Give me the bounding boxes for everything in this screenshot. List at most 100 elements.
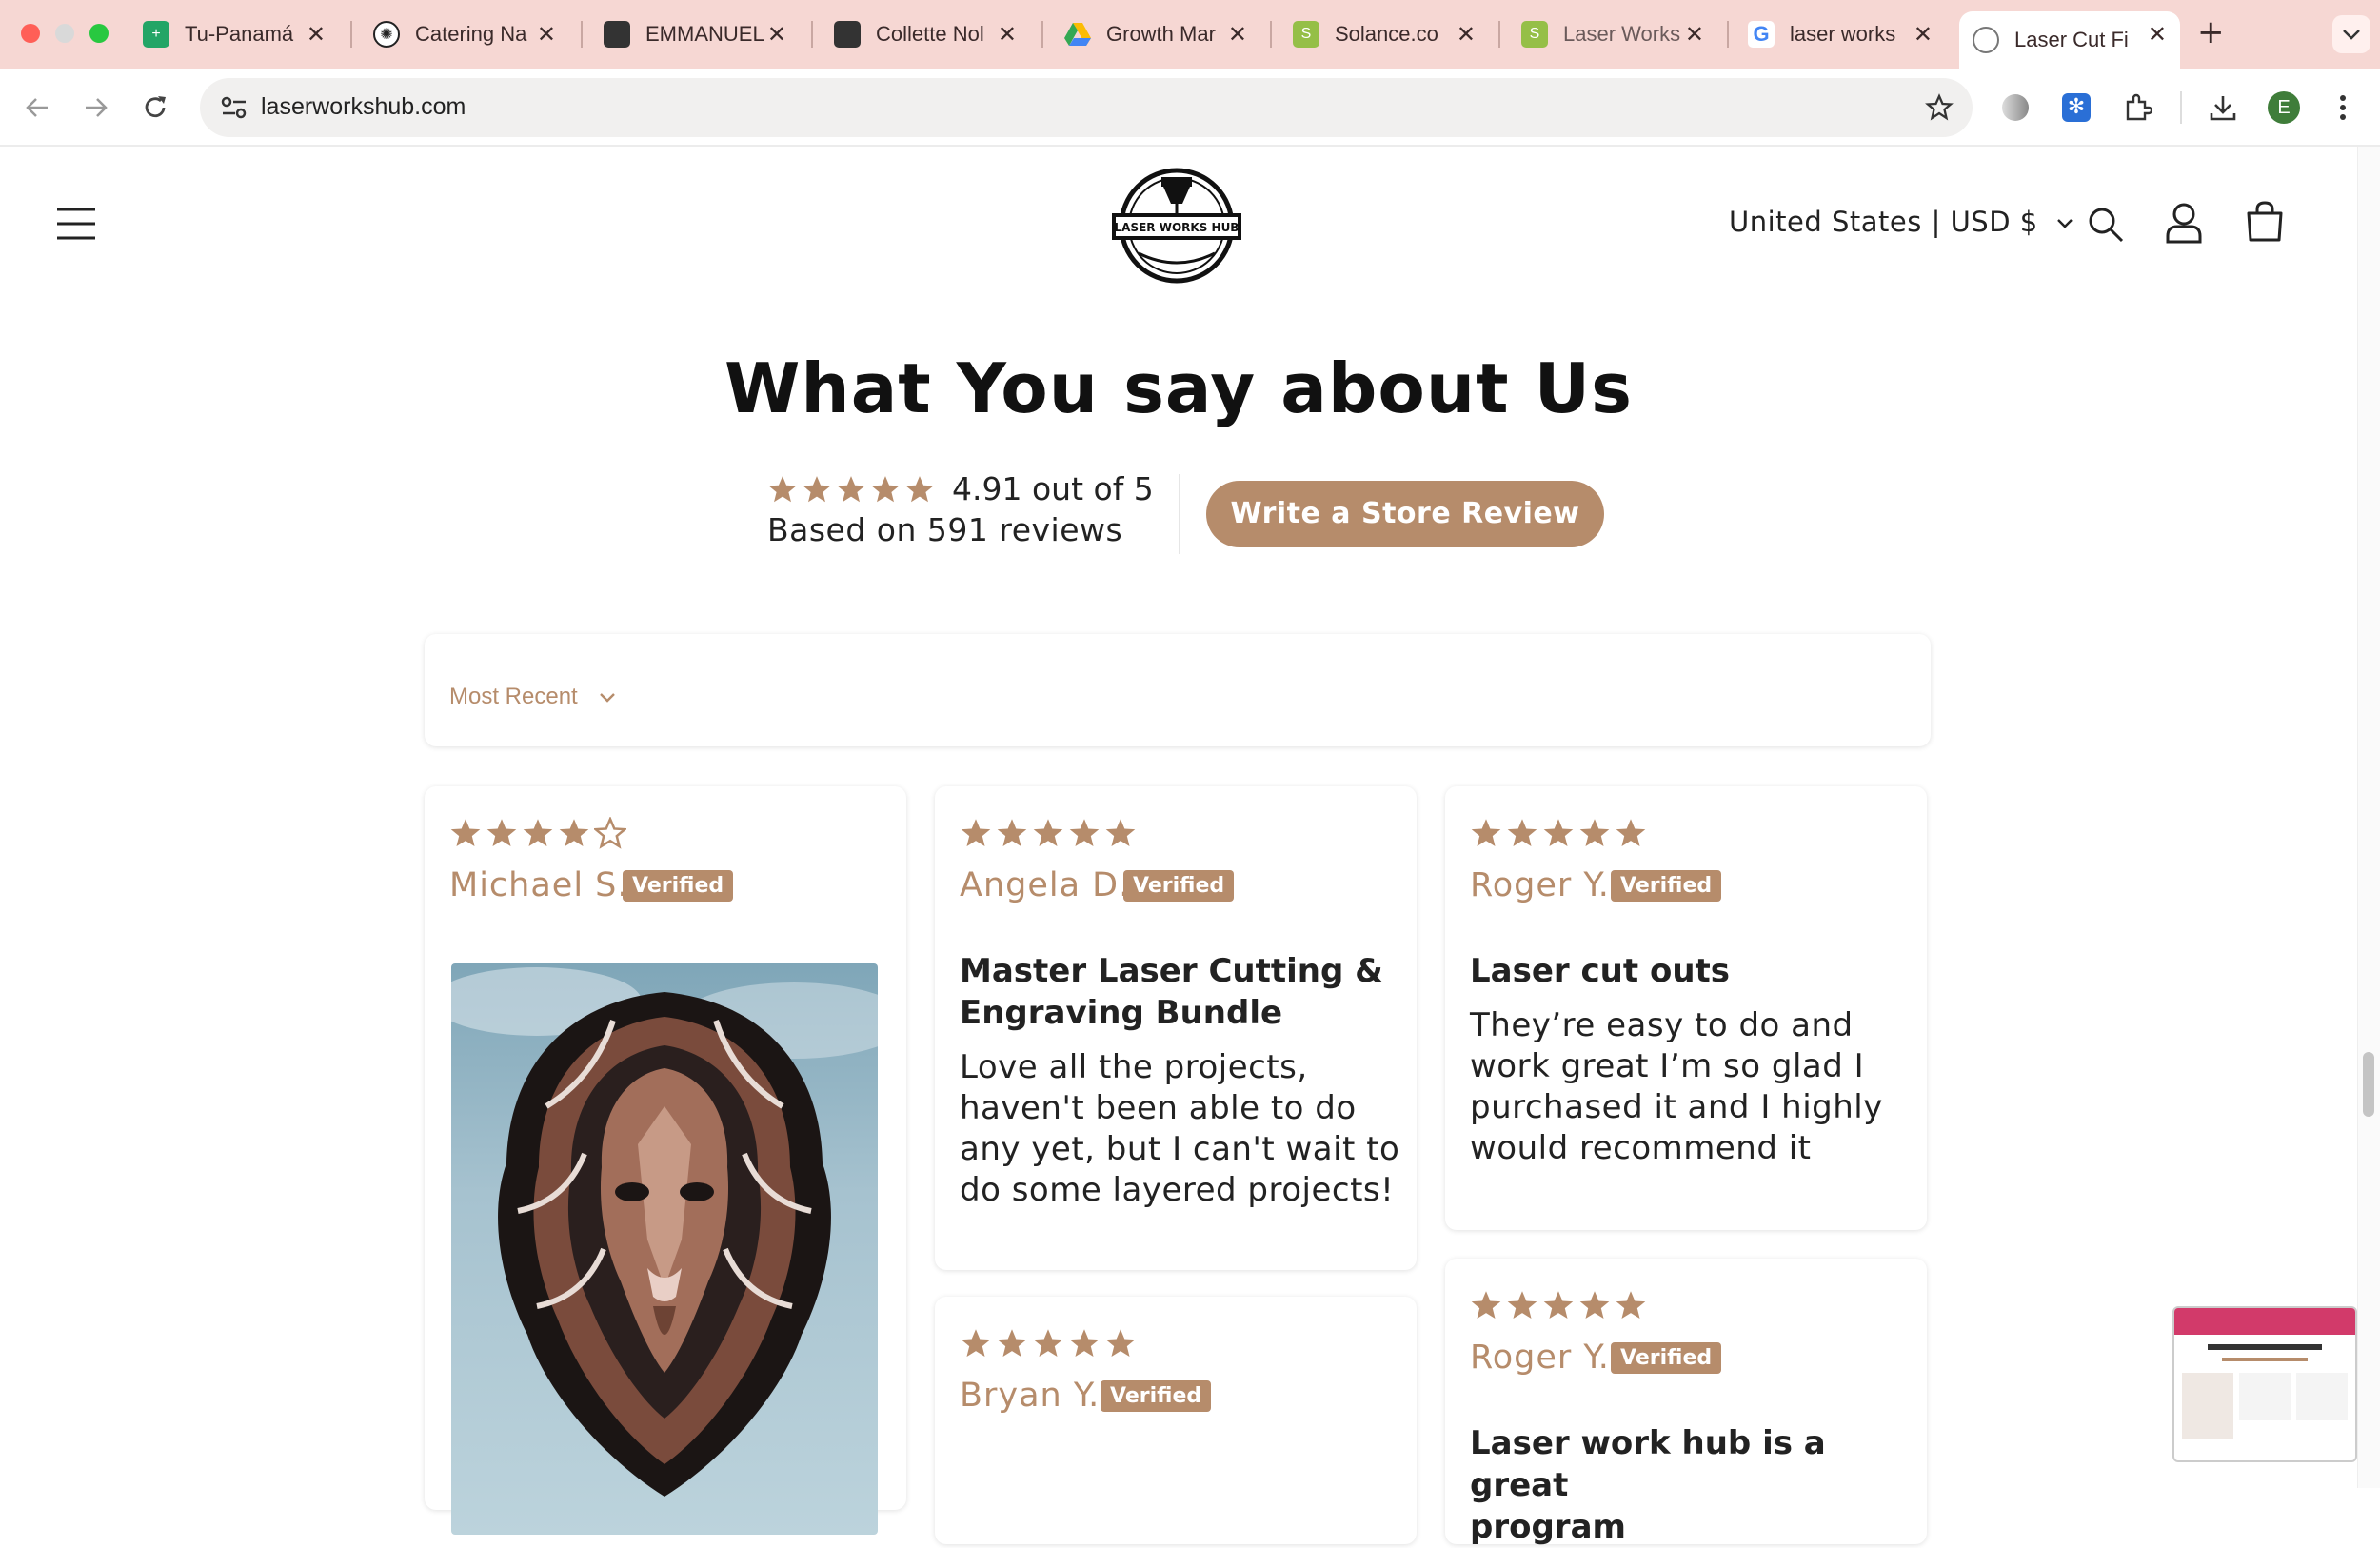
star-filled-icon bbox=[1507, 819, 1537, 847]
reviewer-name: Roger Y. bbox=[1470, 866, 1610, 904]
close-tab-icon[interactable]: ✕ bbox=[537, 21, 556, 49]
extensions-puzzle-icon[interactable] bbox=[2117, 88, 2157, 128]
browser-tab[interactable]: ✺ Catering Na ✕ bbox=[360, 11, 569, 57]
lion-art-image bbox=[451, 967, 878, 1497]
svg-text:LASER WORKS HUB: LASER WORKS HUB bbox=[1115, 221, 1240, 234]
close-tab-icon[interactable]: ✕ bbox=[1914, 21, 1933, 49]
star-filled-icon bbox=[1543, 1291, 1574, 1320]
page-scrollbar[interactable] bbox=[2357, 147, 2380, 1488]
review-card: Angela D. Verified Master Laser Cutting … bbox=[935, 786, 1417, 1270]
verified-badge: Verified bbox=[623, 870, 734, 902]
review-stars bbox=[960, 817, 1140, 849]
reviewer-name: Roger Y. bbox=[1470, 1339, 1610, 1377]
browser-tab[interactable]: G laser works ✕ bbox=[1735, 11, 1946, 57]
write-review-button[interactable]: Write a Store Review bbox=[1206, 481, 1604, 547]
forward-button[interactable] bbox=[76, 88, 116, 128]
star-filled-icon bbox=[871, 475, 900, 502]
scrollbar-thumb[interactable] bbox=[2363, 1052, 2374, 1117]
reviewer-name: Angela D. bbox=[960, 866, 1131, 904]
close-tab-icon[interactable]: ✕ bbox=[2148, 21, 2167, 49]
divider bbox=[1179, 474, 1180, 554]
cube-icon bbox=[604, 21, 630, 48]
star-filled-icon bbox=[1616, 819, 1646, 847]
browser-tab[interactable]: Growth Mar ✕ bbox=[1051, 11, 1260, 57]
star-filled-icon bbox=[961, 1329, 991, 1358]
star-filled-icon bbox=[837, 475, 865, 502]
new-tab-button[interactable]: + bbox=[2197, 13, 2225, 51]
browser-tab[interactable]: S Solance.co ✕ bbox=[1279, 11, 1489, 57]
review-title: Laser work hub is a great program bbox=[1470, 1424, 1826, 1546]
review-title: Master Laser Cutting & Engraving Bundle bbox=[960, 952, 1383, 1032]
drive-icon bbox=[1064, 21, 1091, 48]
review-count: Based on 591 reviews bbox=[767, 511, 1123, 548]
review-stars bbox=[1470, 1289, 1651, 1321]
close-tab-icon[interactable]: ✕ bbox=[1457, 21, 1476, 49]
arrow-right-icon bbox=[86, 98, 108, 117]
search-icon[interactable] bbox=[2087, 206, 2125, 244]
browser-tab[interactable]: Collette Nol ✕ bbox=[821, 11, 1030, 57]
star-filled-icon bbox=[1471, 1291, 1501, 1320]
star-filled-icon bbox=[1471, 819, 1501, 847]
currency-selector[interactable]: United States | USD $ bbox=[1729, 206, 2073, 238]
extension-dark-icon[interactable] bbox=[1995, 88, 2035, 128]
star-filled-icon bbox=[450, 819, 481, 847]
star-filled-icon bbox=[1543, 819, 1574, 847]
verified-badge: Verified bbox=[1101, 1380, 1212, 1412]
sheets-icon: + bbox=[143, 21, 169, 48]
page-preview-thumbnail[interactable] bbox=[2172, 1306, 2357, 1462]
site-header: LASER WORKS HUB United States | USD $ bbox=[0, 147, 2357, 301]
star-filled-icon bbox=[803, 475, 831, 502]
browser-toolbar: laserworkshub.com ✻ E bbox=[0, 69, 2380, 147]
globe-icon bbox=[1973, 27, 1999, 53]
review-stars bbox=[960, 1327, 1140, 1359]
sort-bar: Most Recent bbox=[425, 634, 1931, 746]
chevron-down-icon bbox=[2343, 30, 2360, 40]
average-rating: 4.91 out of 5 Based on 591 reviews bbox=[767, 470, 1154, 548]
star-filled-icon bbox=[1616, 1291, 1646, 1320]
browser-tab-bar: + Tu-Panamá ✕ ✺ Catering Na ✕ EMMANUEL ✕… bbox=[0, 0, 2380, 69]
shopify-icon: S bbox=[1293, 21, 1319, 48]
zoom-window-button[interactable] bbox=[89, 24, 109, 43]
minimize-window-button[interactable] bbox=[55, 24, 74, 43]
star-filled-icon bbox=[997, 819, 1027, 847]
verified-badge: Verified bbox=[1611, 870, 1722, 902]
tab-search-button[interactable] bbox=[2332, 15, 2370, 53]
browser-tab[interactable]: EMMANUEL ✕ bbox=[590, 11, 800, 57]
reload-button[interactable] bbox=[135, 88, 175, 128]
extension-snowflake-icon[interactable]: ✻ bbox=[2056, 88, 2096, 128]
cart-icon[interactable] bbox=[2245, 200, 2285, 244]
hamburger-menu-icon[interactable] bbox=[57, 208, 95, 240]
site-logo[interactable]: LASER WORKS HUB bbox=[1104, 166, 1249, 286]
address-bar[interactable]: laserworkshub.com bbox=[200, 78, 1973, 137]
profile-avatar[interactable]: E bbox=[2264, 88, 2304, 128]
star-filled-icon bbox=[559, 819, 589, 847]
review-photo[interactable] bbox=[451, 963, 878, 1535]
section-heading: What You say about Us bbox=[724, 348, 1633, 428]
chevron-down-icon bbox=[600, 692, 616, 703]
close-tab-icon[interactable]: ✕ bbox=[1228, 21, 1247, 49]
close-tab-icon[interactable]: ✕ bbox=[767, 21, 786, 49]
close-tab-icon[interactable]: ✕ bbox=[1685, 21, 1704, 49]
account-icon[interactable] bbox=[2165, 202, 2203, 244]
close-tab-icon[interactable]: ✕ bbox=[307, 21, 326, 49]
browser-menu-icon[interactable] bbox=[2323, 88, 2363, 128]
close-tab-icon[interactable]: ✕ bbox=[998, 21, 1017, 49]
star-filled-icon bbox=[523, 819, 553, 847]
site-settings-icon[interactable] bbox=[221, 95, 248, 120]
downloads-icon[interactable] bbox=[2203, 88, 2243, 128]
browser-tab[interactable]: + Tu-Panamá ✕ bbox=[129, 11, 339, 57]
close-window-button[interactable] bbox=[21, 24, 40, 43]
star-filled-icon bbox=[905, 475, 934, 502]
browser-tab[interactable]: S Laser Works ✕ bbox=[1508, 11, 1717, 57]
star-filled-icon bbox=[1507, 1291, 1537, 1320]
back-button[interactable] bbox=[17, 88, 57, 128]
review-body: Love all the projects, haven't been able… bbox=[960, 1048, 1400, 1209]
chevron-down-icon bbox=[2057, 219, 2073, 228]
star-filled-icon bbox=[997, 1329, 1027, 1358]
bookmark-star-icon[interactable] bbox=[1925, 93, 1954, 122]
sort-dropdown[interactable]: Most Recent bbox=[449, 684, 616, 710]
browser-tab-active[interactable]: Laser Cut Fi ✕ bbox=[1959, 11, 2180, 69]
average-stars bbox=[767, 474, 939, 505]
cube-icon bbox=[834, 21, 861, 48]
star-filled-icon bbox=[961, 819, 991, 847]
